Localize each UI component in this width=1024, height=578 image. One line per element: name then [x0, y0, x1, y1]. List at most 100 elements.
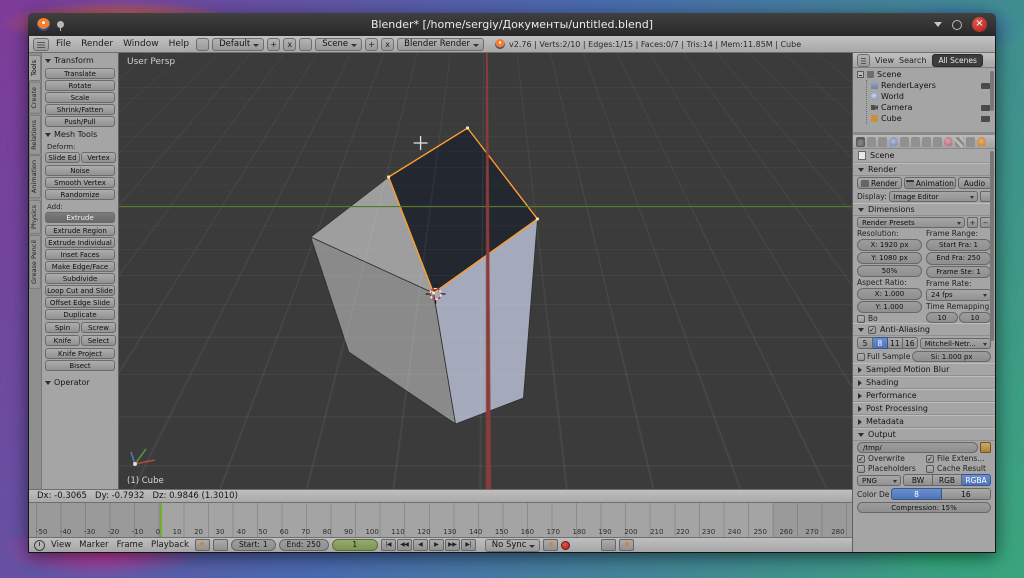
audio-button[interactable]: Audio — [958, 177, 991, 189]
add-preset-button[interactable]: + — [967, 217, 978, 228]
aspect-y-field[interactable]: Y: 1.000 — [857, 301, 922, 313]
placeholders-checkbox[interactable] — [857, 465, 865, 473]
transport-button[interactable]: ▶ — [429, 539, 444, 551]
file-extensions-checkbox[interactable]: ✓ — [926, 455, 934, 463]
collapsed-panel-header[interactable]: Performance — [853, 389, 995, 402]
frame-step-field[interactable]: Frame Ste: 1 — [926, 266, 991, 278]
panel-header-transform[interactable]: Transform — [43, 54, 117, 67]
resolution-scale-slider[interactable]: 50% — [857, 265, 922, 277]
physics-tab-icon[interactable] — [977, 137, 986, 147]
object-data-tab-icon[interactable] — [933, 137, 942, 147]
close-button[interactable]: × — [972, 17, 987, 32]
remap-old-field[interactable]: 10 — [926, 312, 958, 323]
tool-button[interactable]: Scale — [45, 92, 115, 103]
tab-grease-pencil[interactable]: Grease Pencil — [29, 235, 41, 289]
delete-layout-button[interactable]: x — [283, 38, 296, 51]
start-frame-field[interactable]: Start: 1 — [231, 539, 276, 551]
start-frame-prop-field[interactable]: Start Fra: 1 — [926, 239, 991, 251]
tool-button[interactable]: Loop Cut and Slide — [45, 285, 115, 296]
menu-item[interactable]: Render — [77, 39, 117, 49]
render-toggle-icon[interactable] — [981, 116, 990, 122]
transport-button[interactable]: ◀ — [413, 539, 428, 551]
timeline-editor-icon[interactable] — [34, 540, 45, 551]
depth-8-button[interactable]: 8 — [891, 488, 941, 500]
pin-icon[interactable] — [57, 21, 64, 28]
expander-icon[interactable] — [857, 71, 864, 78]
output-path-field[interactable]: /tmp/ — [857, 442, 978, 453]
render-presets-select[interactable]: Render Presets — [857, 217, 965, 228]
timeline-menu-item[interactable]: View — [48, 540, 74, 550]
material-tab-icon[interactable] — [944, 137, 953, 147]
tool-button[interactable]: Noise — [45, 165, 115, 176]
animation-button[interactable]: Animation — [904, 177, 956, 189]
antialiasing-checkbox[interactable]: ✓ — [868, 326, 876, 334]
timeline-menu-item[interactable]: Marker — [76, 540, 111, 550]
spin-button[interactable]: Spin — [45, 322, 80, 333]
collapsed-panel-header[interactable]: Sampled Motion Blur — [853, 363, 995, 376]
aa-filter-select[interactable]: Mitchell-Netr... — [920, 338, 991, 349]
viewport-3d[interactable]: User Persp (1) Cube — [119, 53, 852, 489]
aspect-x-field[interactable]: X: 1.000 — [857, 288, 922, 300]
current-frame-field[interactable]: 1 — [332, 539, 378, 551]
end-frame-prop-field[interactable]: End Fra: 250 — [926, 252, 991, 264]
info-editor-icon[interactable] — [33, 38, 49, 51]
menu-item[interactable]: File — [52, 39, 75, 49]
tool-button[interactable]: Inset Faces — [45, 249, 115, 260]
panel-header-antialiasing[interactable]: ✓ Anti-Aliasing — [853, 323, 995, 336]
tool-button[interactable]: Offset Edge Slide — [45, 297, 115, 308]
folder-browse-icon[interactable] — [980, 442, 991, 453]
modifiers-tab-icon[interactable] — [922, 137, 931, 147]
collapsed-panel-header[interactable]: Shading — [853, 376, 995, 389]
screw-button[interactable]: Screw — [81, 322, 116, 333]
tool-button[interactable]: Duplicate — [45, 309, 115, 320]
panel-header-render[interactable]: Render — [853, 163, 995, 176]
add-layout-button[interactable]: + — [267, 38, 280, 51]
tool-button[interactable]: Subdivide — [45, 273, 115, 284]
panel-header-dimensions[interactable]: Dimensions — [853, 203, 995, 216]
transport-button[interactable]: |◀ — [381, 539, 396, 551]
end-frame-field[interactable]: End: 250 — [279, 539, 329, 551]
tool-button[interactable]: Translate — [45, 68, 115, 79]
transport-button[interactable]: ▶▶ — [445, 539, 460, 551]
remap-new-field[interactable]: 10 — [959, 312, 991, 323]
delete-keyframe-icon[interactable] — [619, 539, 634, 551]
tab-relations[interactable]: Relations — [29, 115, 41, 155]
render-tab-icon[interactable] — [856, 137, 865, 147]
object-tab-icon[interactable] — [900, 137, 909, 147]
collapsed-panel-header[interactable]: Metadata — [853, 415, 995, 428]
knife-select-button[interactable]: Select — [81, 335, 116, 346]
full-sample-checkbox[interactable] — [857, 353, 865, 361]
transport-button[interactable]: ▶| — [461, 539, 476, 551]
tool-button[interactable]: Bisect — [45, 360, 115, 371]
panel-header-operator[interactable]: Operator — [43, 376, 117, 389]
world-tab-icon[interactable] — [889, 137, 898, 147]
render-layers-tab-icon[interactable] — [867, 137, 876, 147]
render-button[interactable]: Render — [857, 177, 902, 189]
scene-tab-icon[interactable] — [878, 137, 887, 147]
tool-button[interactable]: Extrude Region — [45, 225, 115, 236]
outliner-row-camera[interactable]: Camera — [871, 102, 993, 113]
tool-button[interactable]: Smooth Vertex — [45, 177, 115, 188]
timeline-menu-item[interactable]: Frame — [114, 540, 146, 550]
panel-header-mesh-tools[interactable]: Mesh Tools — [43, 128, 117, 141]
outliner-editor-icon[interactable] — [857, 54, 870, 67]
outliner-row-world[interactable]: World — [871, 91, 993, 102]
render-toggle-icon[interactable] — [981, 105, 990, 111]
tab-animation[interactable]: Animation — [29, 155, 41, 198]
rgba-button[interactable]: RGBA — [962, 474, 991, 486]
fps-select[interactable]: 24 fps — [926, 289, 991, 301]
tab-physics[interactable]: Physics — [29, 200, 41, 234]
resolution-x-field[interactable]: X: 1920 px — [857, 239, 922, 251]
file-format-select[interactable]: PNG — [857, 475, 901, 486]
display-select[interactable]: Image Editor — [889, 191, 978, 202]
render-toggle-icon[interactable] — [981, 83, 990, 89]
resolution-y-field[interactable]: Y: 1080 px — [857, 252, 922, 264]
scene-browse-icon[interactable] — [299, 38, 312, 51]
tool-button[interactable]: Randomize — [45, 189, 115, 200]
extrude-button[interactable]: Extrude — [45, 212, 115, 223]
record-button[interactable] — [561, 541, 570, 550]
delete-scene-button[interactable]: x — [381, 38, 394, 51]
filter-size-field[interactable]: Si: 1.000 px — [912, 351, 991, 362]
compression-slider[interactable]: Compression: 15% — [857, 502, 991, 513]
samples-16-button[interactable]: 16 — [903, 337, 918, 349]
